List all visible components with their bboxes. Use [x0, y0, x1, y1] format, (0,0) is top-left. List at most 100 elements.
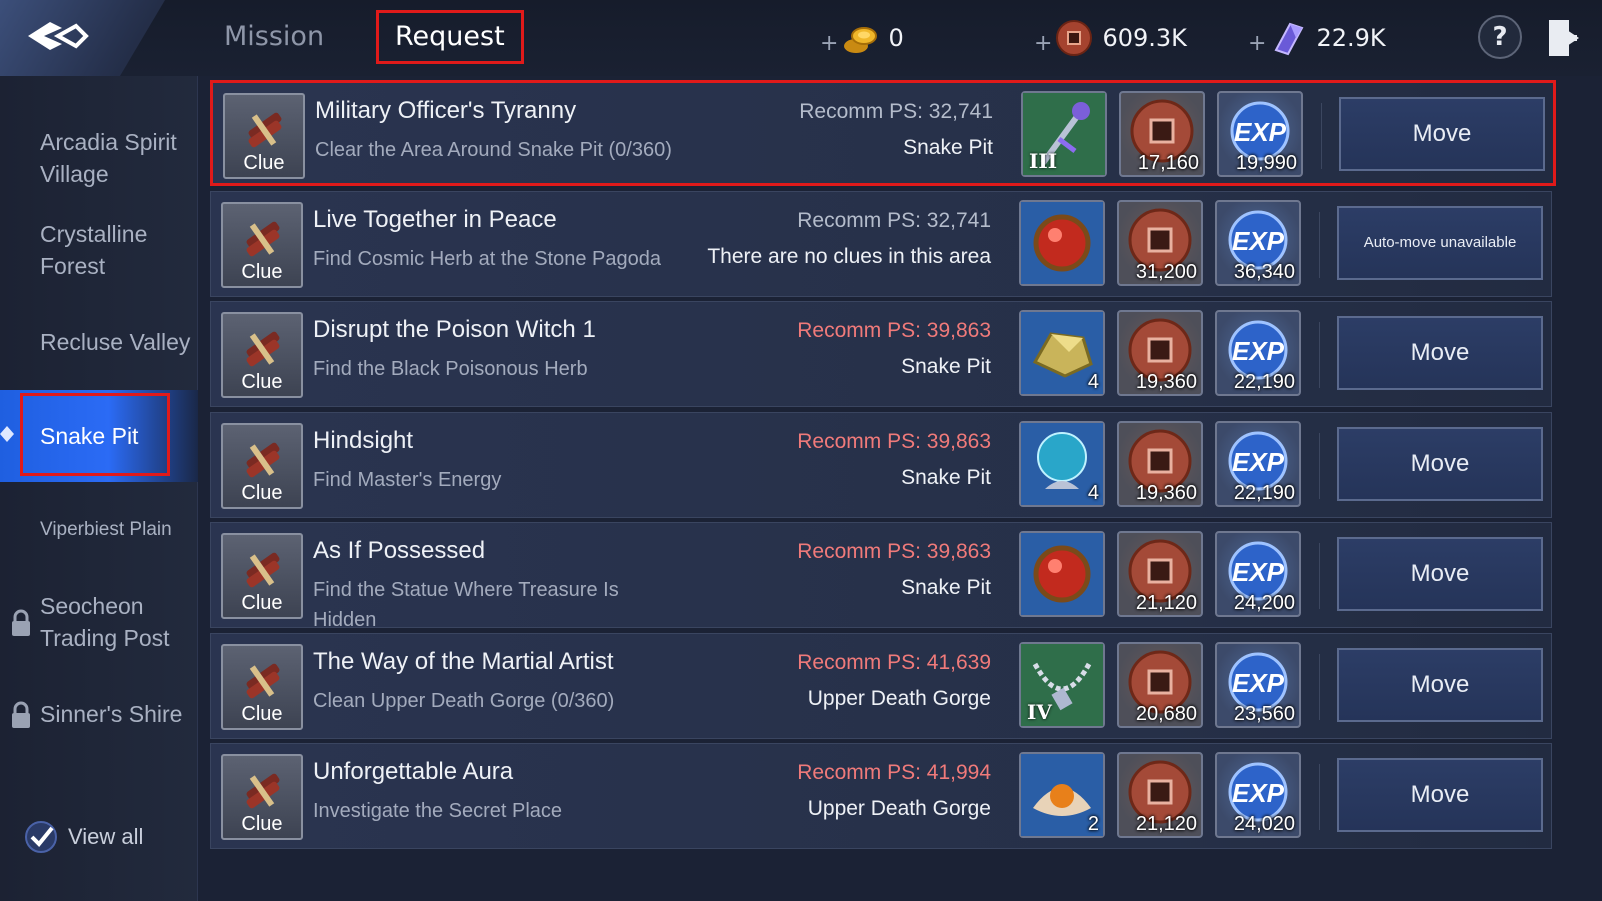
currency-crystal[interactable]: + 22.9K: [1248, 16, 1386, 60]
region-sidebar: Arcadia Spirit Village Crystalline Fores…: [0, 76, 198, 901]
svg-text:EXP: EXP: [1232, 336, 1285, 366]
reward-coin[interactable]: 20,680: [1117, 642, 1203, 728]
move-button[interactable]: Move: [1337, 537, 1543, 611]
sidebar-item-seocheon-trading-post[interactable]: Seocheon Trading Post: [0, 590, 198, 654]
auto-move-unavailable-button[interactable]: Auto-move unavailable: [1337, 206, 1543, 280]
reward-exp[interactable]: EXP 22,190: [1215, 310, 1301, 396]
clue-badge[interactable]: Clue: [221, 754, 303, 840]
quest-description: Find Master's Energy: [313, 469, 502, 491]
reward-item[interactable]: [1019, 531, 1105, 617]
sidebar-item-crystalline-forest[interactable]: Crystalline Forest: [0, 218, 198, 282]
clue-label: Clue: [241, 703, 283, 725]
currency-gold[interactable]: + 0: [820, 16, 904, 60]
move-button[interactable]: Move: [1337, 758, 1543, 832]
reward-item[interactable]: III: [1021, 91, 1107, 177]
reward-coin[interactable]: 31,200: [1117, 200, 1203, 286]
scroll-bundle-icon: [248, 112, 282, 148]
reward-exp[interactable]: EXP 36,340: [1215, 200, 1301, 286]
quest-description: Clear the Area Around Snake Pit (0/360): [315, 139, 672, 161]
reward-coin[interactable]: 21,120: [1117, 531, 1203, 617]
item-count: 4: [1087, 482, 1099, 504]
add-icon[interactable]: +: [1248, 31, 1266, 56]
reward-exp[interactable]: EXP 24,200: [1215, 531, 1301, 617]
svg-text:EXP: EXP: [1232, 668, 1285, 698]
reward-item[interactable]: [1019, 200, 1105, 286]
reward-item[interactable]: 4: [1019, 310, 1105, 396]
reward-coin[interactable]: 19,360: [1117, 310, 1203, 396]
view-all-toggle[interactable]: View all: [24, 820, 143, 854]
add-icon[interactable]: +: [1034, 31, 1052, 56]
scroll-bundle-icon: [246, 552, 280, 588]
scroll-bundle-icon: [246, 442, 280, 478]
quest-title: As If Possessed: [313, 537, 486, 564]
clue-badge[interactable]: Clue: [221, 423, 303, 509]
bronze-amount: 609.3K: [1102, 24, 1187, 52]
recommended-power: Recomm PS: 32,741: [799, 100, 993, 123]
tab-request[interactable]: Request: [376, 10, 524, 64]
exit-icon[interactable]: [1545, 16, 1585, 60]
checkbox-icon[interactable]: [24, 820, 58, 854]
clue-badge[interactable]: Clue: [223, 93, 305, 179]
coin-amount: 21,120: [1135, 813, 1197, 835]
sidebar-item-arcadia-spirit-village[interactable]: Arcadia Spirit Village: [0, 126, 198, 190]
sidebar-item-snake-pit[interactable]: Snake Pit: [0, 390, 198, 482]
recommended-power: Recomm PS: 39,863: [797, 540, 991, 563]
clue-badge[interactable]: Clue: [221, 202, 303, 288]
sidebar-item-label: Crystalline Forest: [40, 221, 148, 279]
sidebar-item-sinners-shire[interactable]: Sinner's Shire: [0, 698, 198, 730]
svg-text:EXP: EXP: [1234, 117, 1287, 147]
reward-exp[interactable]: EXP 24,020: [1215, 752, 1301, 838]
crystal-amount: 22.9K: [1316, 24, 1386, 52]
help-button[interactable]: ?: [1478, 15, 1522, 59]
reward-item[interactable]: 4: [1019, 421, 1105, 507]
clue-label: Clue: [243, 152, 285, 174]
exp-amount: 23,560: [1233, 703, 1295, 725]
exp-amount: 19,990: [1235, 152, 1297, 174]
top-bar: Mission Request + 0 + 609.3K + 22.9K ?: [0, 0, 1602, 76]
quest-location: Upper Death Gorge: [807, 797, 991, 820]
reward-item[interactable]: IV: [1019, 642, 1105, 728]
svg-text:EXP: EXP: [1232, 226, 1285, 256]
sidebar-item-label: Viperbiest Plain: [40, 519, 172, 540]
exp-amount: 24,020: [1233, 813, 1295, 835]
reward-exp[interactable]: EXP 22,190: [1215, 421, 1301, 507]
quest-title: Unforgettable Aura: [313, 758, 514, 785]
svg-text:EXP: EXP: [1232, 447, 1285, 477]
reward-coin[interactable]: 21,120: [1117, 752, 1203, 838]
quest-location: Upper Death Gorge: [807, 687, 991, 710]
divider: [1319, 654, 1320, 720]
quest-description: Clean Upper Death Gorge (0/360): [313, 690, 615, 712]
view-all-label: View all: [68, 824, 144, 849]
sidebar-item-recluse-valley[interactable]: Recluse Valley: [0, 326, 198, 358]
reward-exp[interactable]: EXP 23,560: [1215, 642, 1301, 728]
currency-bronze[interactable]: + 609.3K: [1034, 16, 1187, 60]
coin-amount: 21,120: [1135, 592, 1197, 614]
back-arrow-icon[interactable]: [22, 14, 92, 58]
sidebar-item-label: Sinner's Shire: [40, 701, 183, 727]
quest-title: Live Together in Peace: [313, 206, 557, 233]
selected-marker-icon: [0, 426, 14, 442]
quest-list: Clue Military Officer's Tyranny Clear th…: [210, 80, 1602, 901]
move-button[interactable]: Move: [1337, 316, 1543, 390]
reward-coin[interactable]: 19,360: [1117, 421, 1203, 507]
clue-badge[interactable]: Clue: [221, 312, 303, 398]
reward-coin[interactable]: 17,160: [1119, 91, 1205, 177]
tab-mission[interactable]: Mission: [208, 10, 340, 64]
move-button[interactable]: Move: [1337, 648, 1543, 722]
move-button[interactable]: Move: [1339, 97, 1545, 171]
quest-description: Find the Black Poisonous Herb: [313, 358, 588, 380]
move-button[interactable]: Move: [1337, 427, 1543, 501]
quest-row: Clue The Way of the Martial Artist Clean…: [210, 633, 1552, 739]
divider: [1319, 433, 1320, 499]
reward-exp[interactable]: EXP 19,990: [1217, 91, 1303, 177]
reward-item[interactable]: 2: [1019, 752, 1105, 838]
quest-title: Disrupt the Poison Witch 1: [313, 316, 596, 343]
quest-row: Clue Unforgettable Aura Investigate the …: [210, 743, 1552, 849]
recommended-power: Recomm PS: 41,994: [797, 761, 991, 784]
item-tier: IV: [1027, 700, 1052, 724]
sidebar-item-viperbiest-plain[interactable]: Viperbiest Plain: [0, 514, 198, 546]
clue-badge[interactable]: Clue: [221, 533, 303, 619]
clue-badge[interactable]: Clue: [221, 644, 303, 730]
add-icon[interactable]: +: [820, 31, 838, 56]
divider: [1319, 764, 1320, 830]
